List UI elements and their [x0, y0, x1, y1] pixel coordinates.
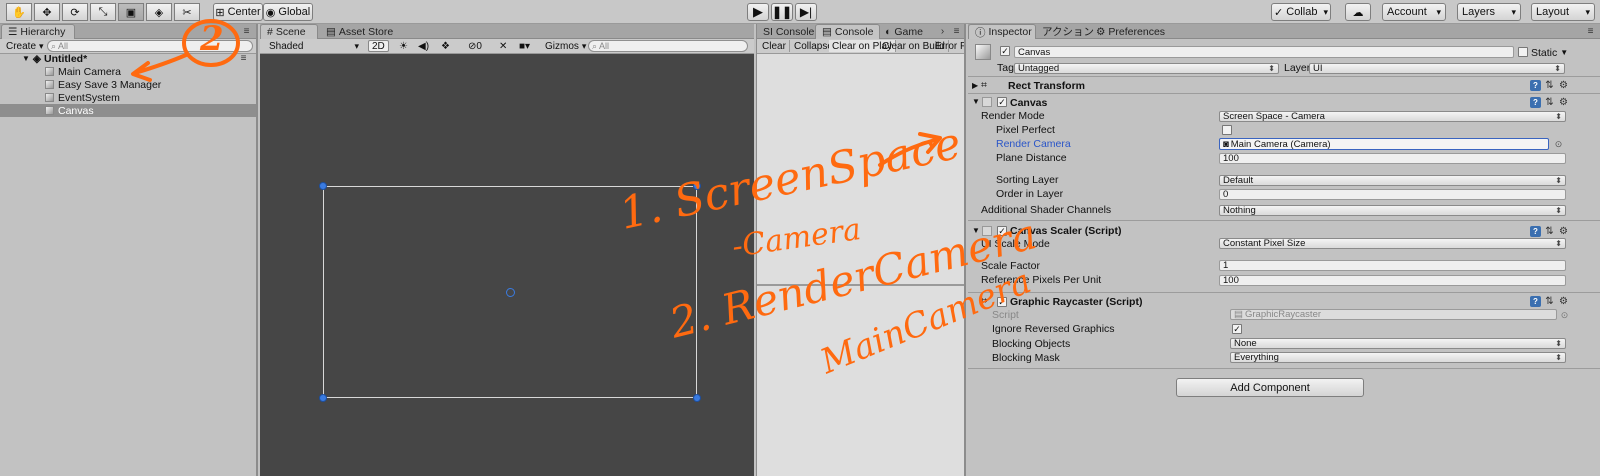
- annotation-circle-number: 2: [200, 19, 224, 59]
- annotation-arrow-hierarchy: [133, 53, 188, 75]
